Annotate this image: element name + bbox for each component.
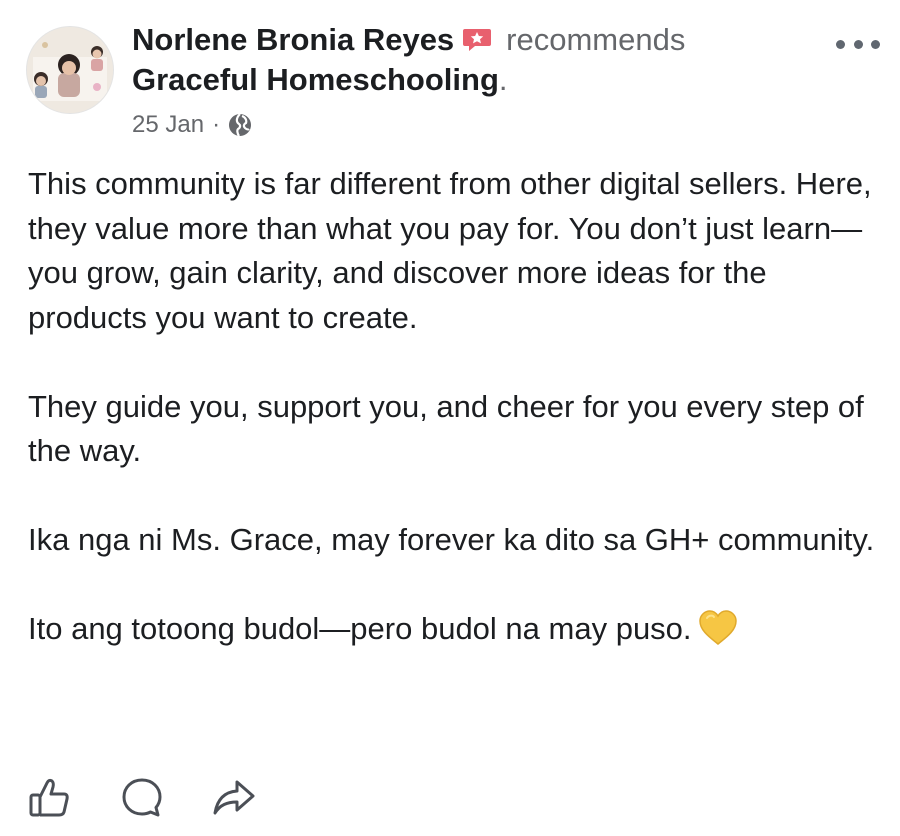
post-header: Norlene Bronia Reyes recommends xyxy=(132,20,685,60)
globe-icon xyxy=(229,113,252,137)
share-icon xyxy=(213,780,255,815)
action-bar xyxy=(24,772,300,824)
dot-icon xyxy=(836,39,845,49)
post-paragraph-text: Ito ang totoong budol—pero budol na may … xyxy=(28,611,692,646)
thumbs-up-icon xyxy=(29,778,69,817)
dot-icon xyxy=(871,39,880,49)
page-name-link[interactable]: Graceful Homeschooling xyxy=(132,62,499,97)
avatar-photo xyxy=(27,27,113,113)
more-options-icon[interactable] xyxy=(836,36,880,52)
comment-button[interactable] xyxy=(116,772,168,824)
comment-icon xyxy=(122,778,162,817)
post-text: This community is far different from oth… xyxy=(28,162,878,696)
post-paragraph: This community is far different from oth… xyxy=(28,166,872,335)
post-paragraph: They guide you, support you, and cheer f… xyxy=(28,388,864,469)
meta-separator: · xyxy=(212,111,221,138)
post-paragraph: Ika nga ni Ms. Grace, may forever ka dit… xyxy=(28,522,875,557)
avatar[interactable] xyxy=(26,26,114,114)
top-fan-badge-icon xyxy=(462,23,492,51)
author-name[interactable]: Norlene Bronia Reyes xyxy=(132,22,454,57)
dot-icon xyxy=(853,39,863,49)
post-paragraph-last: Ito ang totoong budol—pero budol na may … xyxy=(28,607,878,652)
post-meta: 25 Jan · xyxy=(132,108,252,142)
like-button[interactable] xyxy=(24,772,76,824)
recommended-page: Graceful Homeschooling. xyxy=(132,60,508,100)
action-text: recommends xyxy=(506,22,686,57)
yellow-heart-icon xyxy=(698,610,737,645)
share-button[interactable] xyxy=(208,772,260,824)
post-date[interactable]: 25 Jan xyxy=(132,108,204,142)
period: . xyxy=(498,62,508,97)
